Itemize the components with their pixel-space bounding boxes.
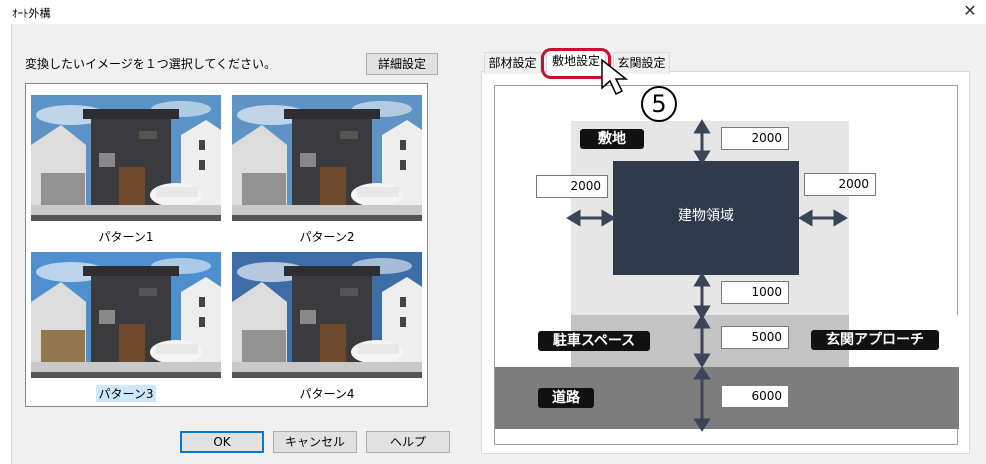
selection-prompt: 変換したいイメージを１つ選択してください。 bbox=[25, 57, 277, 71]
step-callout: 5 bbox=[641, 86, 677, 122]
site-diagram: 敷地 建物領域 駐車スペース 玄関アプローチ 道路 2000 2000 2000… bbox=[494, 85, 959, 445]
pattern-label-1[interactable]: パターン1 bbox=[76, 228, 176, 245]
approach-label: 玄関アプローチ bbox=[811, 330, 939, 350]
site-label: 敷地 bbox=[580, 129, 644, 149]
pattern-thumbnail-3[interactable] bbox=[31, 252, 221, 378]
left-arrow-head-left bbox=[566, 209, 581, 227]
top-setback-input[interactable]: 2000 bbox=[721, 127, 789, 150]
pattern-label-3[interactable]: パターン3 bbox=[96, 385, 156, 402]
detail-settings-button[interactable]: 詳細設定 bbox=[366, 53, 438, 75]
cursor-arrow-icon bbox=[601, 58, 629, 96]
pattern-label-4[interactable]: パターン4 bbox=[277, 385, 377, 402]
close-icon[interactable]: ✕ bbox=[960, 1, 980, 21]
road-label: 道路 bbox=[538, 388, 594, 408]
parking-label: 駐車スペース bbox=[538, 331, 650, 351]
pattern-label-2[interactable]: パターン2 bbox=[277, 228, 377, 245]
tab-parts-settings[interactable]: 部材設定 bbox=[484, 52, 541, 74]
right-setback-input[interactable]: 2000 bbox=[804, 173, 876, 196]
road-width-input[interactable]: 6000 bbox=[721, 385, 789, 408]
title-bar bbox=[0, 0, 986, 24]
pattern-thumbnail-1[interactable] bbox=[31, 95, 221, 221]
bottom-setback-input[interactable]: 1000 bbox=[721, 281, 789, 304]
left-setback-input[interactable]: 2000 bbox=[536, 175, 608, 198]
building-label: 建物領域 bbox=[678, 208, 734, 224]
ok-button[interactable]: OK bbox=[180, 431, 264, 453]
help-button[interactable]: ヘルプ bbox=[366, 431, 450, 453]
window-title: ｵｰﾄ外構 bbox=[12, 7, 51, 20]
cancel-button[interactable]: キャンセル bbox=[273, 431, 357, 453]
parking-depth-input[interactable]: 5000 bbox=[721, 326, 789, 349]
pattern-thumbnail-4[interactable] bbox=[232, 252, 422, 378]
pattern-thumbnail-2[interactable] bbox=[232, 95, 422, 221]
